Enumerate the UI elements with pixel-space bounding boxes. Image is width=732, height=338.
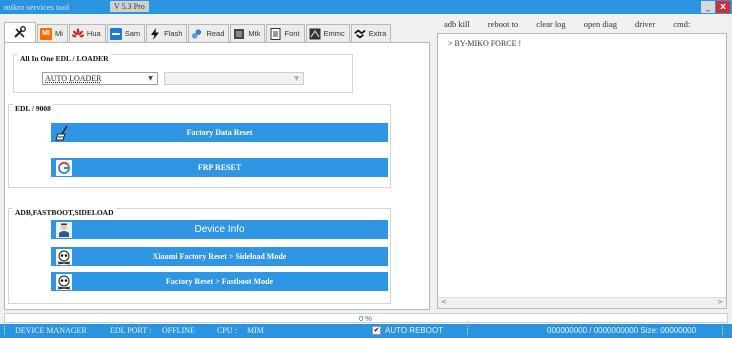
tab-sam[interactable]: Sam [106,24,146,42]
status-grip-icon [4,326,7,335]
app-title: mikro services tool [4,2,70,12]
huawei-logo-icon [71,27,84,40]
scroll-left-icon[interactable]: < [441,298,447,306]
main-panel: All In One EDL / LOADER AUTO LOADER ▼ ▼ … [4,42,430,310]
tab-bar: MI Mi Hua Sam Flash Read Mtk Font Emmc E… [4,22,392,42]
tab-font[interactable]: Font [266,24,305,42]
edl-port-label: EDL PORT : [110,326,152,335]
adb-fastboot-group-title: ADB,FASTBOOT,SIDELOAD [13,208,116,217]
driver-menu-item[interactable]: driver [635,19,655,29]
edl-9008-group-title: EDL / 9008 [13,104,53,113]
edl-loader-group-title: All In One EDL / LOADER [18,54,111,63]
tools-icon [13,26,27,39]
tab-tools[interactable] [4,22,36,42]
factory-data-reset-button[interactable]: Factory Data Reset [51,123,388,142]
tab-label: Mtk [248,29,261,38]
reboot-to-menu-item[interactable]: reboot to [488,19,518,29]
tab-mtk[interactable]: Mtk [230,24,266,42]
status-bar: DEVICE MANAGER EDL PORT : OFFLINE CPU : … [0,324,732,338]
cpu-label: CPU : [217,326,237,335]
chevron-down-icon: ▼ [294,75,299,82]
status-grip-icon [722,326,725,335]
fastboot-reset-label: Factory Reset > Fastboot Mode [165,277,274,286]
progress-bar: 0 % [4,313,728,323]
frp-reset-label: FRP RESET [197,163,242,172]
edl-loader-group: All In One EDL / LOADER AUTO LOADER ▼ ▼ [13,54,353,93]
tab-read[interactable]: Read [188,24,230,42]
close-button[interactable]: x [716,1,730,13]
progress-percent: 0 % [359,314,372,323]
tab-label: Mi [55,29,63,38]
xiaomi-sideload-reset-label: Xiaomi Factory Reset > Sideload Mode [152,252,287,261]
google-icon [55,159,73,176]
tab-label: Read [206,29,225,38]
status-grip-icon [467,326,470,335]
log-output[interactable]: > BY-MIKO FORCE ! < > [437,33,727,309]
loader-select[interactable]: AUTO LOADER ▼ [42,72,158,85]
lightning-icon [149,27,161,40]
adb-kill-menu-item[interactable]: adb kill [444,19,470,29]
fastboot-reset-button[interactable]: Factory Reset > Fastboot Mode [51,272,388,291]
skull-icon [55,248,73,265]
document-icon [269,27,281,40]
factory-data-reset-label: Factory Data Reset [186,128,253,137]
tab-hua[interactable]: Hua [68,24,106,42]
version-badge: V 5.3 Pro [110,1,149,12]
tab-label: Extra [368,29,387,38]
log-horizontal-scrollbar[interactable]: < > [438,297,726,308]
skull-icon [55,273,73,290]
tab-extra[interactable]: Extra [350,24,392,42]
log-line: > BY-MIKO FORCE ! [448,39,522,48]
scroll-right-icon[interactable]: > [717,298,723,306]
tab-label: Emmc [323,29,345,38]
cpu-value: MIM [247,326,264,335]
xiaomi-sideload-reset-button[interactable]: Xiaomi Factory Reset > Sideload Mode [51,247,388,266]
device-info-label: Device Info [194,224,245,235]
frp-reset-button[interactable]: FRP RESET [51,158,388,177]
auto-reboot-checkbox[interactable]: ✔ [372,326,381,335]
technician-icon [55,221,73,238]
mi-logo-icon: MI [40,27,52,40]
samsung-icon [109,27,122,40]
tab-label: Font [284,29,300,38]
loader-select-value: AUTO LOADER [45,74,102,83]
title-bar: mikro services tool V 5.3 Pro _ x [0,0,732,14]
clear-log-menu-item[interactable]: clear log [536,19,566,29]
tab-flash[interactable]: Flash [146,24,188,42]
tab-label: Hua [86,29,101,38]
tab-emmc[interactable]: Emmc [305,24,350,42]
edl-port-value: OFFLINE [162,326,195,335]
device-manager-link[interactable]: DEVICE MANAGER [15,326,87,335]
secondary-select[interactable]: ▼ [164,72,304,85]
open-diag-menu-item[interactable]: open diag [584,19,617,29]
tab-mi[interactable]: MI Mi [37,24,68,42]
chip-icon [233,28,245,40]
console-menu: adb kill reboot to clear log open diag d… [444,19,708,29]
broom-icon [55,124,73,141]
handshake-icon [354,28,366,40]
transfer-size-text: 000000000 / 0000000000 Size: 00000000 [547,326,697,335]
tab-label: Flash [164,29,183,38]
tab-label: Sam [124,29,141,38]
minimize-button[interactable]: _ [701,1,715,13]
auto-reboot-label: AUTO REBOOT [385,326,444,335]
device-info-button[interactable]: Device Info [51,220,388,239]
chevron-down-icon: ▼ [148,75,153,82]
cmd-menu-item[interactable]: cmd: [673,19,690,29]
read-icon [191,28,203,40]
emmc-icon [309,28,321,40]
